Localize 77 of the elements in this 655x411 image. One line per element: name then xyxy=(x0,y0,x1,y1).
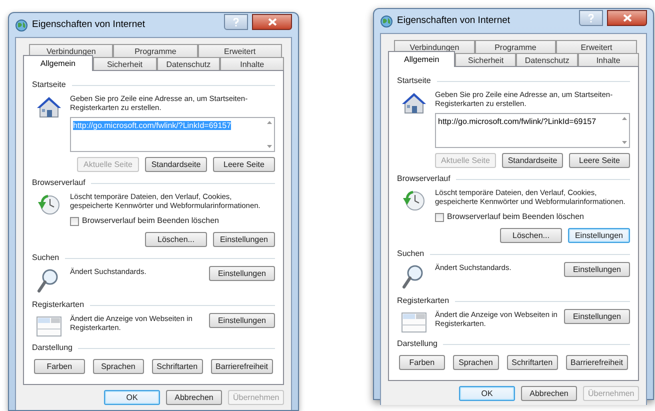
tab[interactable]: Erweitert xyxy=(198,44,282,58)
tab[interactable]: Programme xyxy=(113,44,198,58)
tab[interactable]: Erweitert xyxy=(556,40,637,54)
button[interactable]: Standardseite xyxy=(145,157,207,172)
section-heading: Suchen xyxy=(397,248,424,260)
scroll-down-icon[interactable] xyxy=(622,141,626,144)
checkbox-label: Browserverlauf beim Beenden löschen xyxy=(447,211,584,223)
button[interactable]: Einstellungen xyxy=(568,228,630,243)
section-heading: Registerkarten xyxy=(32,299,84,311)
window-title: Eigenschaften von Internet xyxy=(32,18,146,32)
house-icon xyxy=(401,91,427,115)
history-clock-icon xyxy=(36,193,62,217)
house-icon xyxy=(36,95,62,119)
section-heading: Darstellung xyxy=(32,342,72,354)
close-icon xyxy=(268,18,276,26)
tab[interactable]: Sicherheit xyxy=(455,53,516,67)
tab[interactable]: Allgemein xyxy=(23,55,93,71)
section-heading: Darstellung xyxy=(397,338,438,350)
section-heading: Startseite xyxy=(32,79,66,91)
help-button[interactable] xyxy=(579,10,603,26)
close-icon xyxy=(622,14,632,22)
button[interactable]: OK xyxy=(459,386,515,401)
tab[interactable]: Inhalte xyxy=(578,53,639,67)
help-icon xyxy=(233,18,239,26)
window-title: Eigenschaften von Internet xyxy=(397,14,512,28)
section-heading: Registerkarten xyxy=(397,295,450,307)
search-icon xyxy=(36,268,60,294)
tab-window-icon xyxy=(36,315,62,337)
tab[interactable]: Programme xyxy=(475,40,556,54)
button[interactable]: Leere Seite xyxy=(213,157,275,172)
checkbox[interactable] xyxy=(70,216,79,226)
button[interactable]: Farben xyxy=(34,359,85,374)
tab[interactable]: Inhalte xyxy=(220,57,284,71)
button[interactable]: Abbrechen xyxy=(166,390,222,405)
section-heading: Browserverlauf xyxy=(397,173,450,185)
button[interactable]: OK xyxy=(104,390,160,405)
button[interactable]: Barrierefreiheit xyxy=(210,359,273,374)
button[interactable]: Einstellungen xyxy=(564,309,630,324)
button[interactable]: Einstellungen xyxy=(209,266,275,281)
button[interactable]: Einstellungen xyxy=(564,262,630,277)
url-text: http://go.microsoft.com/fwlink/?LinkId=69157 xyxy=(438,117,596,126)
tab[interactable]: Allgemein xyxy=(388,51,456,67)
globe-icon xyxy=(380,14,393,28)
help-icon xyxy=(588,14,594,22)
button[interactable]: Löschen... xyxy=(500,228,562,243)
button[interactable]: Löschen... xyxy=(145,232,207,247)
section-heading: Browserverlauf xyxy=(32,177,86,189)
button[interactable]: Sprachen xyxy=(92,359,144,374)
button[interactable]: Schriftarten xyxy=(506,355,558,370)
help-button[interactable] xyxy=(224,14,248,30)
scroll-up-icon[interactable] xyxy=(622,117,626,120)
tab[interactable]: Sicherheit xyxy=(92,57,157,71)
tab[interactable]: Datenschutz xyxy=(156,57,220,71)
section-heading: Suchen xyxy=(32,252,60,264)
tab-window-icon xyxy=(401,311,427,333)
button[interactable]: Leere Seite xyxy=(569,153,630,168)
button[interactable]: Farben xyxy=(399,355,445,370)
search-icon xyxy=(401,264,425,290)
checkbox-label: Browserverlauf beim Beenden löschen xyxy=(82,215,219,227)
button[interactable]: Einstellungen xyxy=(209,313,275,328)
button[interactable]: Abbrechen xyxy=(521,386,577,401)
section-heading: Startseite xyxy=(397,75,431,87)
button[interactable]: Sprachen xyxy=(452,355,499,370)
scroll-up-icon[interactable] xyxy=(266,121,272,124)
checkbox[interactable] xyxy=(435,212,444,222)
url-field[interactable]: http://go.microsoft.com/fwlink/?LinkId=69157 xyxy=(435,113,630,148)
scroll-down-icon[interactable] xyxy=(266,145,272,148)
button[interactable]: Barrierefreiheit xyxy=(566,355,628,370)
close-button[interactable] xyxy=(252,14,292,30)
history-clock-icon xyxy=(401,189,427,213)
button[interactable]: Standardseite xyxy=(502,153,563,168)
globe-icon xyxy=(15,18,28,32)
button[interactable]: Einstellungen xyxy=(213,232,275,247)
tab[interactable]: Datenschutz xyxy=(516,53,578,67)
url-text: http://go.microsoft.com/fwlink/?LinkId=69157 xyxy=(73,121,232,130)
close-button[interactable] xyxy=(607,10,647,26)
button[interactable]: Schriftarten xyxy=(152,359,203,374)
